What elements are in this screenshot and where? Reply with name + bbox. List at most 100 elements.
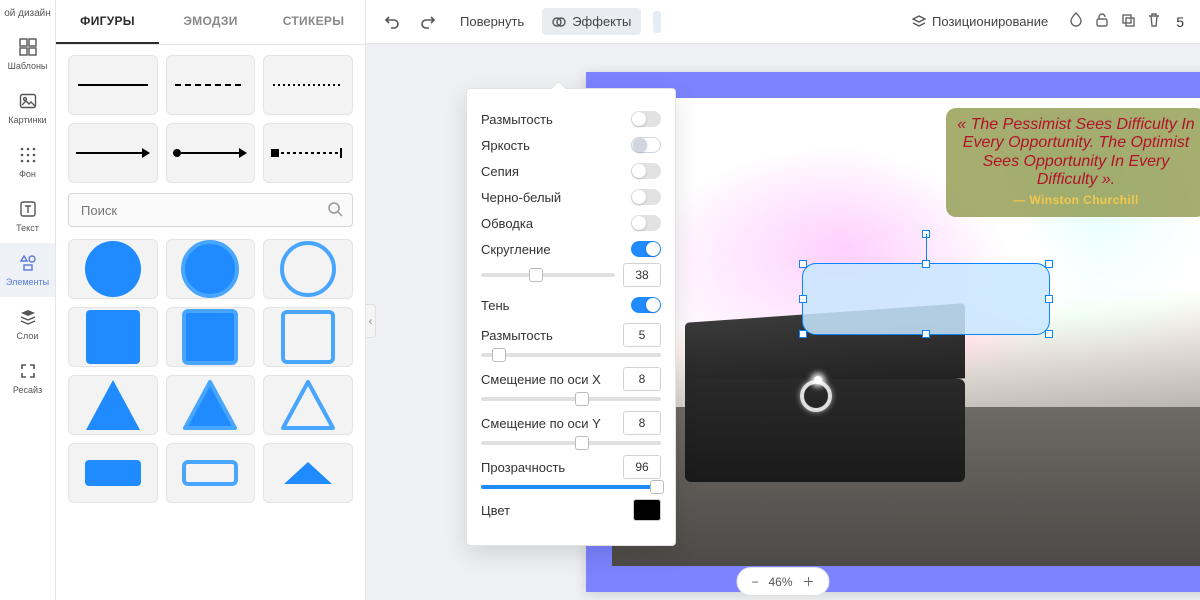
shape-extra-1[interactable] [68,443,158,503]
fx-bw-label: Черно-белый [481,190,561,205]
shape-arrow-square-dashed[interactable] [263,123,353,183]
fx-shadowblur-value[interactable]: 5 [623,323,661,347]
selected-shape[interactable] [802,263,1050,335]
shape-circle-outline[interactable] [263,239,353,299]
shape-line-dashed[interactable] [166,55,256,115]
position-button[interactable]: Позиционирование [902,8,1058,35]
shape-square-fill[interactable] [68,307,158,367]
shape-triangle-outline[interactable] [263,375,353,435]
shape-triangle-fill-border[interactable] [166,375,256,435]
zoom-value: 46% [768,575,792,589]
shape-square-fill-border[interactable] [166,307,256,367]
fx-round-toggle[interactable] [631,241,661,257]
zoom-bar: − 46% ＋ [736,567,829,596]
fx-opacity-slider[interactable] [481,485,661,489]
left-rail: ой дизайн Шаблоны Картинки Фон Текст [0,0,56,600]
fx-color-swatch[interactable] [633,499,661,521]
search-input[interactable] [68,193,353,227]
fx-stroke-toggle[interactable] [631,215,661,231]
templates-icon [18,37,38,57]
rail-templates[interactable]: Шаблоны [0,27,55,81]
fx-color-label: Цвет [481,503,510,518]
shape-line-dotted[interactable] [263,55,353,115]
shape-circle-fill[interactable] [68,239,158,299]
layers-small-icon [912,15,926,29]
fx-opacity-value[interactable]: 96 [623,455,661,479]
fx-round-label: Скругление [481,242,551,257]
shapes-icon [18,253,38,273]
fx-sepia-label: Сепия [481,164,519,179]
design-photo: « The Pessimist Sees Difficulty In Every… [612,98,1200,566]
search-box [68,193,353,227]
unlock-icon[interactable] [1094,12,1110,31]
rail-layers[interactable]: Слои [0,297,55,351]
rotate-button[interactable]: Повернуть [450,8,534,35]
fx-offx-slider[interactable] [481,397,661,401]
shape-extra-2[interactable] [166,443,256,503]
effects-icon [552,15,566,29]
shape-arrow-dot[interactable] [166,123,256,183]
quote-author: — Winston Churchill [956,194,1196,208]
trash-icon[interactable] [1146,12,1162,31]
top-toolbar: Повернуть Эффекты Позиционирование 5 [366,0,1200,44]
panel-collapse-handle[interactable]: ‹ [366,304,376,338]
shape-square-outline[interactable] [263,307,353,367]
fx-offx-label: Смещение по оси X [481,372,601,387]
fx-blur-toggle[interactable] [631,111,661,127]
toolbar-sep [653,11,661,33]
shapes-panel: ФИГУРЫ ЭМОДЗИ СТИКЕРЫ [56,0,366,600]
fx-offy-slider[interactable] [481,441,661,445]
shape-line-solid[interactable] [68,55,158,115]
main-area: Повернуть Эффекты Позиционирование 5 ‹ [366,0,1200,600]
zoom-in-icon[interactable]: ＋ [803,573,815,590]
tab-stickers[interactable]: СТИКЕРЫ [262,0,365,44]
text-icon [18,199,38,219]
quote-text: « The Pessimist Sees Difficulty In Every… [956,116,1196,190]
fx-shadowblur-label: Размытость [481,328,553,343]
count: 5 [1172,14,1188,30]
zoom-out-icon[interactable]: − [751,575,758,589]
layers-icon [18,307,38,327]
effects-popover: Размытость Яркость Сепия Черно-белый Обв… [466,88,676,546]
fx-blur-label: Размытость [481,112,553,127]
panel-body[interactable] [56,45,365,600]
fx-offy-label: Смещение по оси Y [481,416,601,431]
fx-round-slider[interactable]: 38 [481,263,661,287]
design-label: ой дизайн [0,6,55,27]
fx-sepia-toggle[interactable] [631,163,661,179]
fx-stroke-label: Обводка [481,216,533,231]
fx-offx-value[interactable]: 8 [623,367,661,391]
panel-tabs: ФИГУРЫ ЭМОДЗИ СТИКЕРЫ [56,0,365,45]
rail-elements[interactable]: Элементы [0,243,55,297]
fx-offy-value[interactable]: 8 [623,411,661,435]
shape-arrow[interactable] [68,123,158,183]
resize-icon [18,361,38,381]
rail-resize[interactable]: Ресайз [0,351,55,405]
fx-shadowblur-slider[interactable] [481,353,661,357]
tab-emoji[interactable]: ЭМОДЗИ [159,0,262,44]
canvas-stage[interactable]: ‹ Размытость Яркость Сепия Черно-белый О… [366,44,1200,600]
rail-text[interactable]: Текст [0,189,55,243]
rail-images[interactable]: Картинки [0,81,55,135]
redo-button[interactable] [414,8,442,36]
design-page[interactable]: « The Pessimist Sees Difficulty In Every… [586,72,1200,592]
effects-button[interactable]: Эффекты [542,8,641,35]
search-icon [327,201,343,220]
tab-shapes[interactable]: ФИГУРЫ [56,0,159,44]
opacity-icon[interactable] [1068,12,1084,31]
grid-icon [18,145,38,165]
fx-brightness-label: Яркость [481,138,530,153]
quote-badge[interactable]: « The Pessimist Sees Difficulty In Every… [946,108,1200,217]
fx-shadow-toggle[interactable] [631,297,661,313]
copy-icon[interactable] [1120,12,1136,31]
fx-brightness-toggle[interactable] [631,137,661,153]
shape-circle-fill-border[interactable] [166,239,256,299]
rail-background[interactable]: Фон [0,135,55,189]
fx-opacity-label: Прозрачность [481,460,565,475]
fx-round-value[interactable]: 38 [623,263,661,287]
image-icon [18,91,38,111]
fx-bw-toggle[interactable] [631,189,661,205]
shape-triangle-fill[interactable] [68,375,158,435]
undo-button[interactable] [378,8,406,36]
shape-extra-3[interactable] [263,443,353,503]
